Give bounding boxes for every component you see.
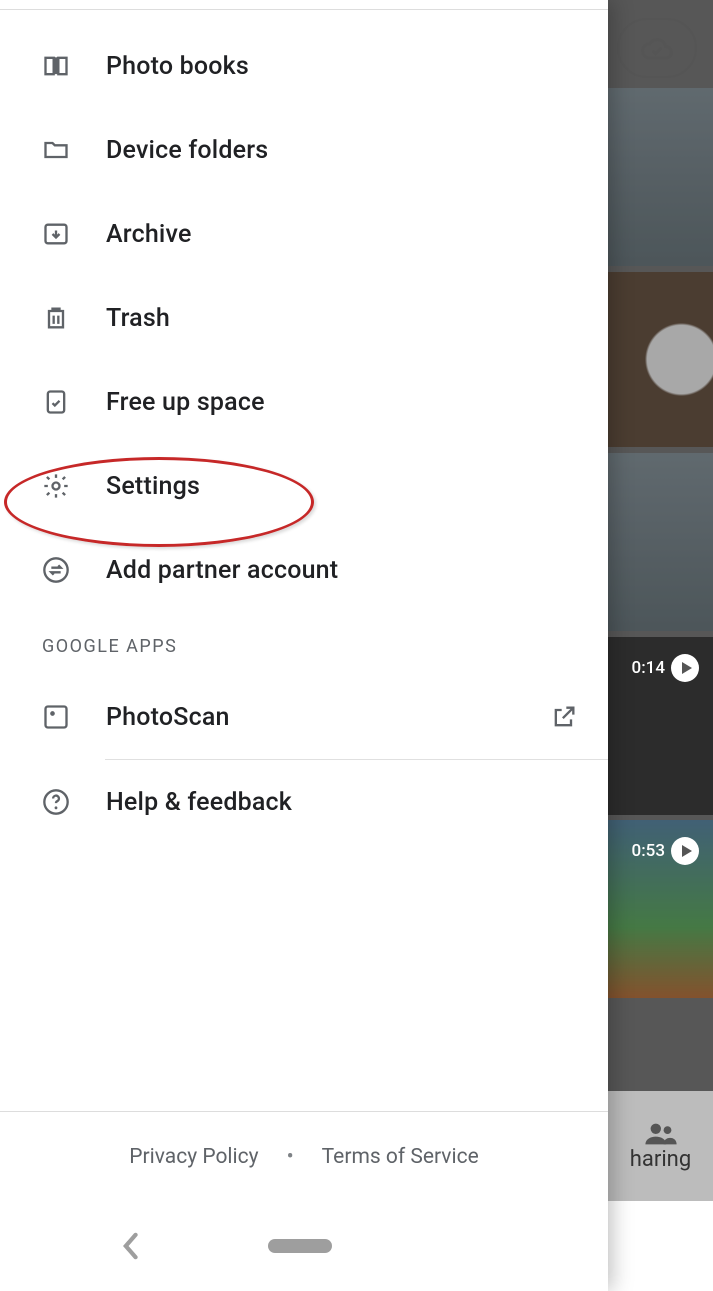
separator-dot: •: [287, 1145, 294, 1169]
privacy-policy-link[interactable]: Privacy Policy: [129, 1145, 258, 1169]
people-icon: [645, 1121, 677, 1147]
menu-label: PhotoScan: [106, 703, 230, 732]
menu-label: Photo books: [106, 52, 249, 81]
play-icon: [671, 837, 699, 865]
menu-item-photo-books[interactable]: Photo books: [0, 24, 608, 108]
cloud-backup-button[interactable]: [617, 18, 697, 78]
cloud-check-icon: [639, 35, 675, 61]
drawer-menu: Photo books Device folders Archive Trash: [0, 10, 608, 1111]
back-button[interactable]: [120, 1232, 140, 1260]
drawer-footer: Privacy Policy • Terms of Service: [0, 1111, 608, 1201]
menu-item-help-feedback[interactable]: Help & feedback: [0, 760, 608, 844]
menu-label: Trash: [106, 304, 170, 333]
play-icon: [671, 654, 699, 682]
section-header-google-apps: GOOGLE APPS: [0, 612, 608, 675]
folder-icon: [42, 136, 70, 164]
swap-icon: [42, 556, 70, 584]
photo-books-icon: [42, 52, 70, 80]
menu-item-photoscan[interactable]: PhotoScan: [0, 675, 608, 759]
video-duration: 0:14: [632, 654, 699, 682]
menu-item-free-up-space[interactable]: Free up space: [0, 360, 608, 444]
navigation-drawer: Photo books Device folders Archive Trash: [0, 0, 608, 1291]
menu-item-trash[interactable]: Trash: [0, 276, 608, 360]
help-icon: [42, 788, 70, 816]
menu-label: Add partner account: [106, 556, 338, 585]
system-nav-background: [608, 1201, 713, 1291]
video-duration: 0:53: [632, 837, 699, 865]
menu-item-settings[interactable]: Settings: [0, 444, 608, 528]
menu-item-archive[interactable]: Archive: [0, 192, 608, 276]
home-gesture-pill[interactable]: [268, 1239, 332, 1253]
external-link-icon: [550, 703, 578, 731]
menu-label: Device folders: [106, 136, 268, 165]
free-up-space-icon: [42, 388, 70, 416]
trash-icon: [42, 304, 70, 332]
menu-label: Free up space: [106, 388, 265, 417]
bottom-nav-sharing[interactable]: haring: [608, 1091, 713, 1201]
menu-item-add-partner[interactable]: Add partner account: [0, 528, 608, 612]
menu-item-device-folders[interactable]: Device folders: [0, 108, 608, 192]
archive-icon: [42, 220, 70, 248]
menu-label: Archive: [106, 220, 192, 249]
photoscan-icon: [42, 703, 70, 731]
menu-label: Help & feedback: [106, 788, 292, 817]
gear-icon: [42, 472, 70, 500]
menu-label: Settings: [106, 472, 200, 501]
terms-of-service-link[interactable]: Terms of Service: [322, 1145, 479, 1169]
system-nav-bar: [0, 1201, 608, 1291]
divider: [0, 0, 608, 10]
